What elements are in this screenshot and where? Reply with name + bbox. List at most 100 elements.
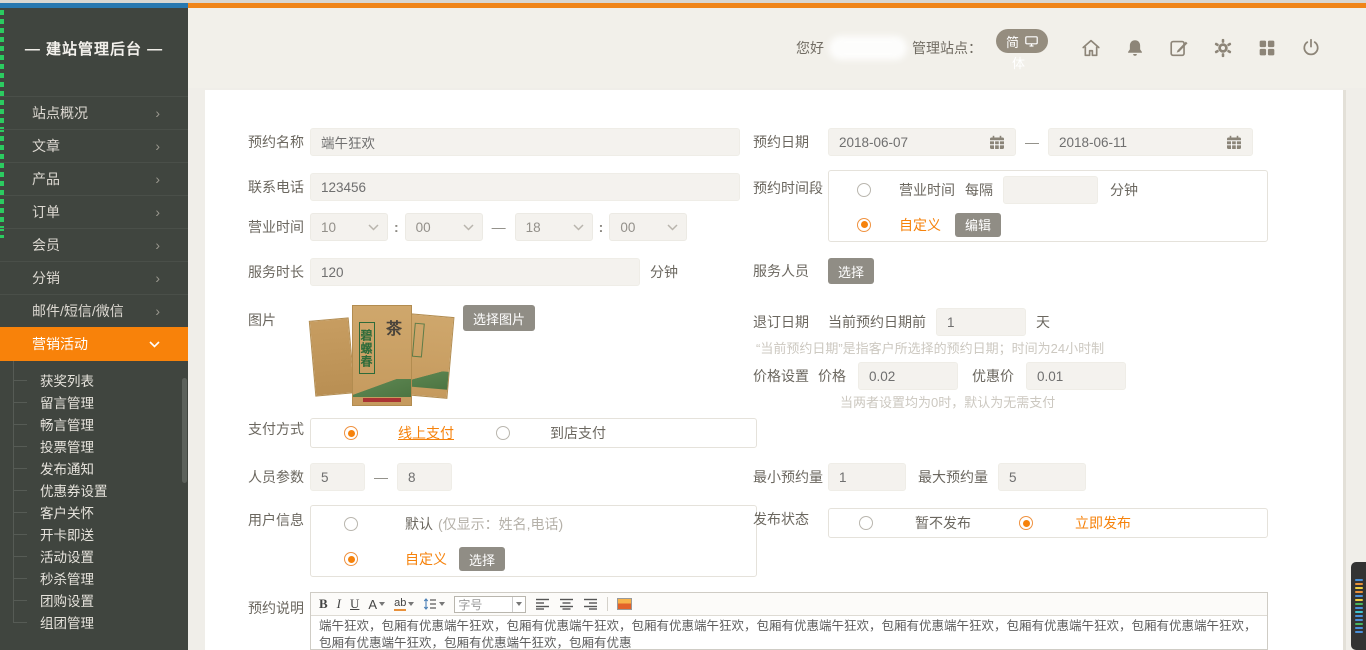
product-image: 碧螺春 茶 (310, 303, 455, 410)
hours-from-minute-select[interactable]: 00 (405, 213, 483, 241)
chevron-right-icon: › (155, 303, 160, 319)
contact-phone-input[interactable]: 123456 (310, 173, 740, 201)
label-staff: 服务人员 (753, 261, 823, 281)
align-right-icon[interactable] (583, 598, 598, 610)
editor-toolbar: B I U A ab 字号 (311, 593, 1267, 616)
calendar-icon[interactable] (989, 135, 1005, 150)
sidebar-item-members[interactable]: 会员 › (0, 228, 188, 261)
userinfo-default-hint: (仅显示：姓名,电话) (438, 514, 563, 534)
publish-later-radio[interactable] (859, 516, 873, 530)
people-min-input[interactable]: 5 (310, 463, 365, 491)
language-pill[interactable]: 简 (996, 29, 1048, 53)
price-input[interactable]: 0.02 (858, 362, 958, 390)
sidebar-item-mail-sms-wechat[interactable]: 邮件/短信/微信 › (0, 294, 188, 327)
description-editor: B I U A ab 字号 端午狂欢，包厢有优惠端午狂欢，包厢有优惠端午狂欢，包… (310, 592, 1268, 650)
sidebar-item-products[interactable]: 产品 › (0, 162, 188, 195)
choose-image-button[interactable]: 选择图片 (463, 305, 535, 331)
sidebar-sub-message-mgmt[interactable]: 留言管理 (40, 391, 188, 413)
sidebar-sub-seckill-mgmt[interactable]: 秒杀管理 (40, 567, 188, 589)
bold-button[interactable]: B (319, 596, 328, 612)
timeslot-interval-input[interactable] (1003, 176, 1098, 204)
store-payment-radio[interactable] (496, 426, 510, 440)
online-payment-radio[interactable] (344, 426, 358, 440)
field-contact-phone: 联系电话 123456 (248, 173, 740, 201)
description-text[interactable]: 端午狂欢，包厢有优惠端午狂欢，包厢有优惠端午狂欢，包厢有优惠端午狂欢，包厢有优惠… (311, 616, 1267, 650)
refund-days-input[interactable]: 1 (936, 308, 1026, 336)
max-quota-input[interactable]: 5 (998, 463, 1086, 491)
promo-price-label: 优惠价 (972, 366, 1014, 386)
label-timeslot: 预约时间段 (753, 178, 823, 198)
calendar-icon[interactable] (1226, 135, 1242, 150)
sidebar-sub-award-list[interactable]: 获奖列表 (40, 369, 188, 391)
highlight-button[interactable]: ab (394, 597, 414, 611)
italic-button[interactable]: I (337, 596, 341, 612)
staff-select-button[interactable]: 选择 (828, 258, 874, 284)
field-reservation-date: 预约日期 2018-06-07 — 2018-06-11 (753, 128, 1253, 156)
sidebar-sub-changyan-mgmt[interactable]: 畅言管理 (40, 413, 188, 435)
publish-now-radio[interactable] (1019, 516, 1033, 530)
sidebar-item-orders[interactable]: 订单 › (0, 195, 188, 228)
date-from-input[interactable]: 2018-06-07 (828, 128, 1016, 156)
home-icon[interactable] (1080, 37, 1102, 59)
edit-icon[interactable] (1168, 37, 1190, 59)
userinfo-default-radio[interactable] (344, 517, 358, 531)
online-payment-label[interactable]: 线上支付 (398, 423, 454, 443)
field-business-hours: 营业时间 10 : 00 — 18 : 00 (248, 213, 687, 241)
sidebar-sub-publish-notice[interactable]: 发布通知 (40, 457, 188, 479)
service-duration-input[interactable]: 120 (310, 258, 640, 286)
chevron-down-icon (368, 224, 379, 231)
chevron-right-icon: › (155, 270, 160, 286)
page-scrollbar-track[interactable] (1343, 90, 1346, 650)
sidebar-sub-coupon-settings[interactable]: 优惠券设置 (40, 479, 188, 501)
label-service-duration: 服务时长 (248, 262, 310, 282)
label-price-settings: 价格设置 (753, 366, 813, 386)
refund-prefix: 当前预约日期前 (828, 312, 926, 332)
font-color-button[interactable]: A (368, 597, 385, 612)
app-title: — 建站管理后台 — (25, 38, 163, 59)
promo-price-input[interactable]: 0.01 (1026, 362, 1126, 390)
sidebar-item-site-overview[interactable]: 站点概况 › (0, 96, 188, 129)
sidebar-sub-card-gift[interactable]: 开卡即送 (40, 523, 188, 545)
sidebar-sub-groupbuy-settings[interactable]: 团购设置 (40, 589, 188, 611)
sidebar-scrollbar-thumb[interactable] (182, 378, 187, 483)
sidebar-sub-vote-mgmt[interactable]: 投票管理 (40, 435, 188, 457)
align-left-icon[interactable] (535, 598, 550, 610)
font-size-select[interactable]: 字号 (454, 596, 526, 613)
line-height-button[interactable] (423, 598, 445, 610)
hours-to-minute-select[interactable]: 00 (609, 213, 687, 241)
timeslot-edit-button[interactable]: 编辑 (955, 213, 1001, 237)
hours-to-hour-select[interactable]: 18 (515, 213, 593, 241)
sidebar-sub-customer-care[interactable]: 客户关怀 (40, 501, 188, 523)
insert-image-button[interactable] (617, 598, 632, 610)
userinfo-default-label: 默认 (405, 514, 433, 534)
sidebar-item-distribution[interactable]: 分销 › (0, 261, 188, 294)
gear-icon[interactable] (1212, 37, 1234, 59)
label-reservation-name: 预约名称 (248, 132, 310, 152)
power-icon[interactable] (1300, 37, 1322, 59)
sidebar-item-marketing[interactable]: 营销活动 (0, 327, 188, 361)
align-center-icon[interactable] (559, 598, 574, 610)
caret-icon (408, 602, 414, 606)
userinfo-custom-label: 自定义 (405, 549, 447, 569)
price-note: 当两者设置均为0时，默认为无需支付 (840, 392, 1055, 411)
people-max-input[interactable]: 8 (397, 463, 452, 491)
userinfo-select-button[interactable]: 选择 (459, 547, 505, 571)
hours-from-hour-select[interactable]: 10 (310, 213, 388, 241)
field-staff: 服务人员 选择 (753, 258, 874, 284)
apps-icon[interactable] (1256, 37, 1278, 59)
refund-note: “当前预约日期”是指客户所选择的预约日期；时间为24小时制 (756, 338, 1104, 357)
timeslot-business-radio[interactable] (857, 183, 871, 197)
timeslot-custom-radio[interactable] (857, 218, 871, 232)
underline-button[interactable]: U (350, 596, 359, 612)
reservation-name-input[interactable]: 端午狂欢 (310, 128, 740, 156)
chevron-right-icon: › (155, 138, 160, 154)
field-publish-status: 发布状态 (753, 509, 828, 529)
bell-icon[interactable] (1124, 37, 1146, 59)
sidebar-item-articles[interactable]: 文章 › (0, 129, 188, 162)
min-quota-input[interactable]: 1 (828, 463, 906, 491)
userinfo-custom-radio[interactable] (344, 552, 358, 566)
date-to-input[interactable]: 2018-06-11 (1048, 128, 1253, 156)
sidebar-menu: 站点概况 › 文章 › 产品 › 订单 › 会员 › 分销 › 邮件/短信/微信… (0, 96, 188, 633)
sidebar-sub-activity-settings[interactable]: 活动设置 (40, 545, 188, 567)
sidebar-sub-team-mgmt[interactable]: 组团管理 (40, 611, 188, 633)
